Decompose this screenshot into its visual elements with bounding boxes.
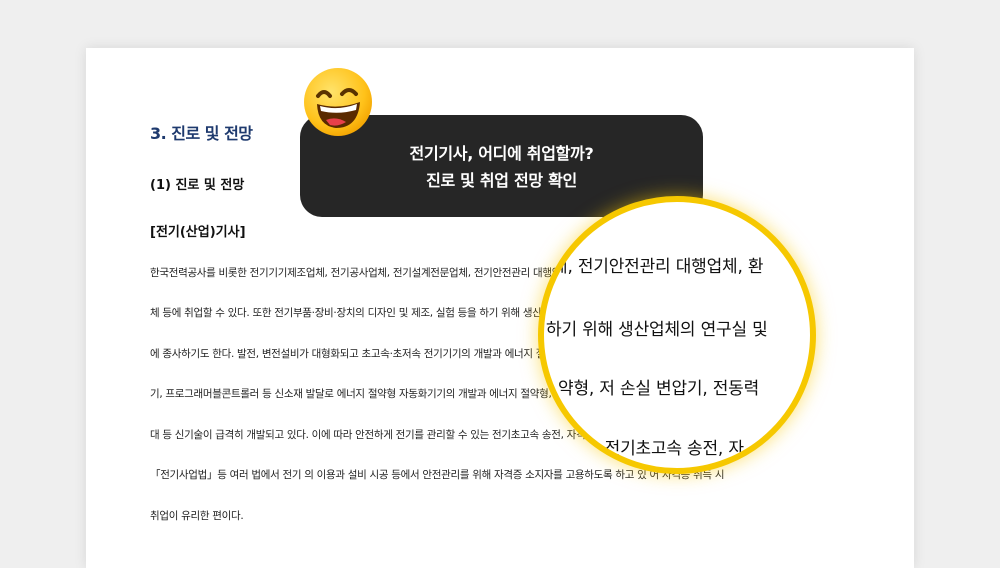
magnifier-lens: 체, 전기안전관리 대행업체, 환 하기 위해 생산업체의 연구실 및 약형, … [538, 196, 816, 474]
license-title: [전기(산업)기사] [150, 225, 246, 240]
magnified-line: 체, 전기안전관리 대행업체, 환 [552, 257, 764, 277]
paragraph-line: 「전기사업법」등 여러 법에서 전기 의 이용과 설비 시공 등에서 안전관리를… [150, 469, 725, 481]
magnified-line: 약형, 저 손실 변압기, 전동력 [558, 379, 760, 399]
paragraph-line: 취업이 유리한 편이다. [150, 510, 244, 522]
bubble-line-1: 전기기사, 어디에 취업할까? [409, 144, 594, 163]
speech-bubble-text: 전기기사, 어디에 취업할까? 진로 및 취업 전망 확인 [300, 140, 703, 194]
subsection-title: (1) 진로 및 전망 [150, 178, 245, 193]
section-title: 3. 진로 및 전망 [150, 124, 253, 143]
grinning-face-emoji-icon [304, 68, 372, 136]
magnified-line: 하기 위해 생산업체의 연구실 및 [546, 320, 768, 340]
magnified-line: 는 전기초고속 송전, 자 [584, 439, 744, 459]
bubble-line-2: 진로 및 취업 전망 확인 [426, 171, 577, 190]
